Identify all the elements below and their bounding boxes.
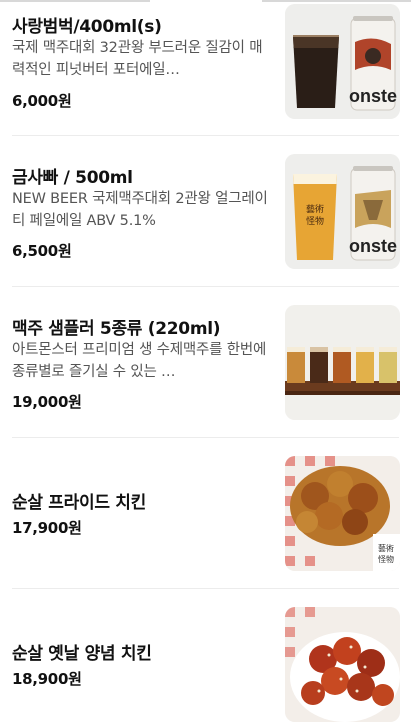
svg-text:怪物: 怪物 bbox=[306, 215, 324, 226]
menu-item-name: 순살 옛날 양념 치킨 bbox=[12, 644, 152, 664]
menu-item-geumsappa[interactable]: 금사빠 / 500ml NEW BEER 국제맥주대회 2관왕 얼그레이 티 페… bbox=[0, 136, 411, 286]
menu-item-description: NEW BEER 국제맥주대회 2관왕 얼그레이 티 페일에일 ABV 5.1% bbox=[12, 191, 268, 229]
can-brand-text: onste bbox=[349, 236, 397, 256]
can-brand-text: onste bbox=[349, 86, 397, 106]
seasoned-chicken-image bbox=[285, 607, 400, 722]
porter-beer-image: onste bbox=[285, 4, 400, 119]
pale-ale-image: 藝術 怪物 onste bbox=[285, 154, 400, 269]
menu-item-name: 순살 프라이드 치킨 bbox=[12, 493, 146, 513]
glass-logo-text: 藝術 bbox=[306, 203, 324, 214]
menu-item-fried-chicken[interactable]: 순살 프라이드 치킨 17,900원 藝術 怪物 bbox=[0, 438, 411, 588]
menu-item-description: 아트몬스터 프리미엄 생 수제맥주를 한번에 종류별로 즐기실 수 있는 … bbox=[12, 342, 267, 380]
menu-item-sarangbeombeok[interactable]: 사랑범벅/400ml(s) 국제 맥주대회 32관왕 부드러운 질감이 매력적인… bbox=[0, 0, 411, 135]
menu-item-beer-sampler[interactable]: 맥주 샘플러 5종류 (220ml) 아트몬스터 프리미엄 생 수제맥주를 한번… bbox=[0, 287, 411, 437]
menu-item-name: 맥주 샘플러 5종류 (220ml) bbox=[12, 319, 221, 339]
menu-item-seasoned-chicken[interactable]: 순살 옛날 양념 치킨 18,900원 bbox=[0, 589, 411, 722]
menu-item-description: 국제 맥주대회 32관왕 부드러운 질감이 매력적인 피넛버터 포터에일… bbox=[12, 40, 263, 78]
svg-text:怪物: 怪物 bbox=[378, 554, 394, 564]
menu-item-price: 19,000원 bbox=[12, 393, 82, 411]
menu-item-price: 18,900원 bbox=[12, 670, 82, 688]
svg-text:藝術: 藝術 bbox=[378, 543, 394, 553]
menu-item-price: 6,000원 bbox=[12, 92, 72, 110]
menu-item-price: 6,500원 bbox=[12, 242, 72, 260]
menu-item-name: 사랑범벅/400ml(s) bbox=[12, 17, 162, 37]
beer-sampler-image bbox=[285, 305, 400, 420]
menu-item-price: 17,900원 bbox=[12, 519, 82, 537]
fried-chicken-image: 藝術 怪物 bbox=[285, 456, 400, 571]
menu-item-name: 금사빠 / 500ml bbox=[12, 168, 133, 188]
